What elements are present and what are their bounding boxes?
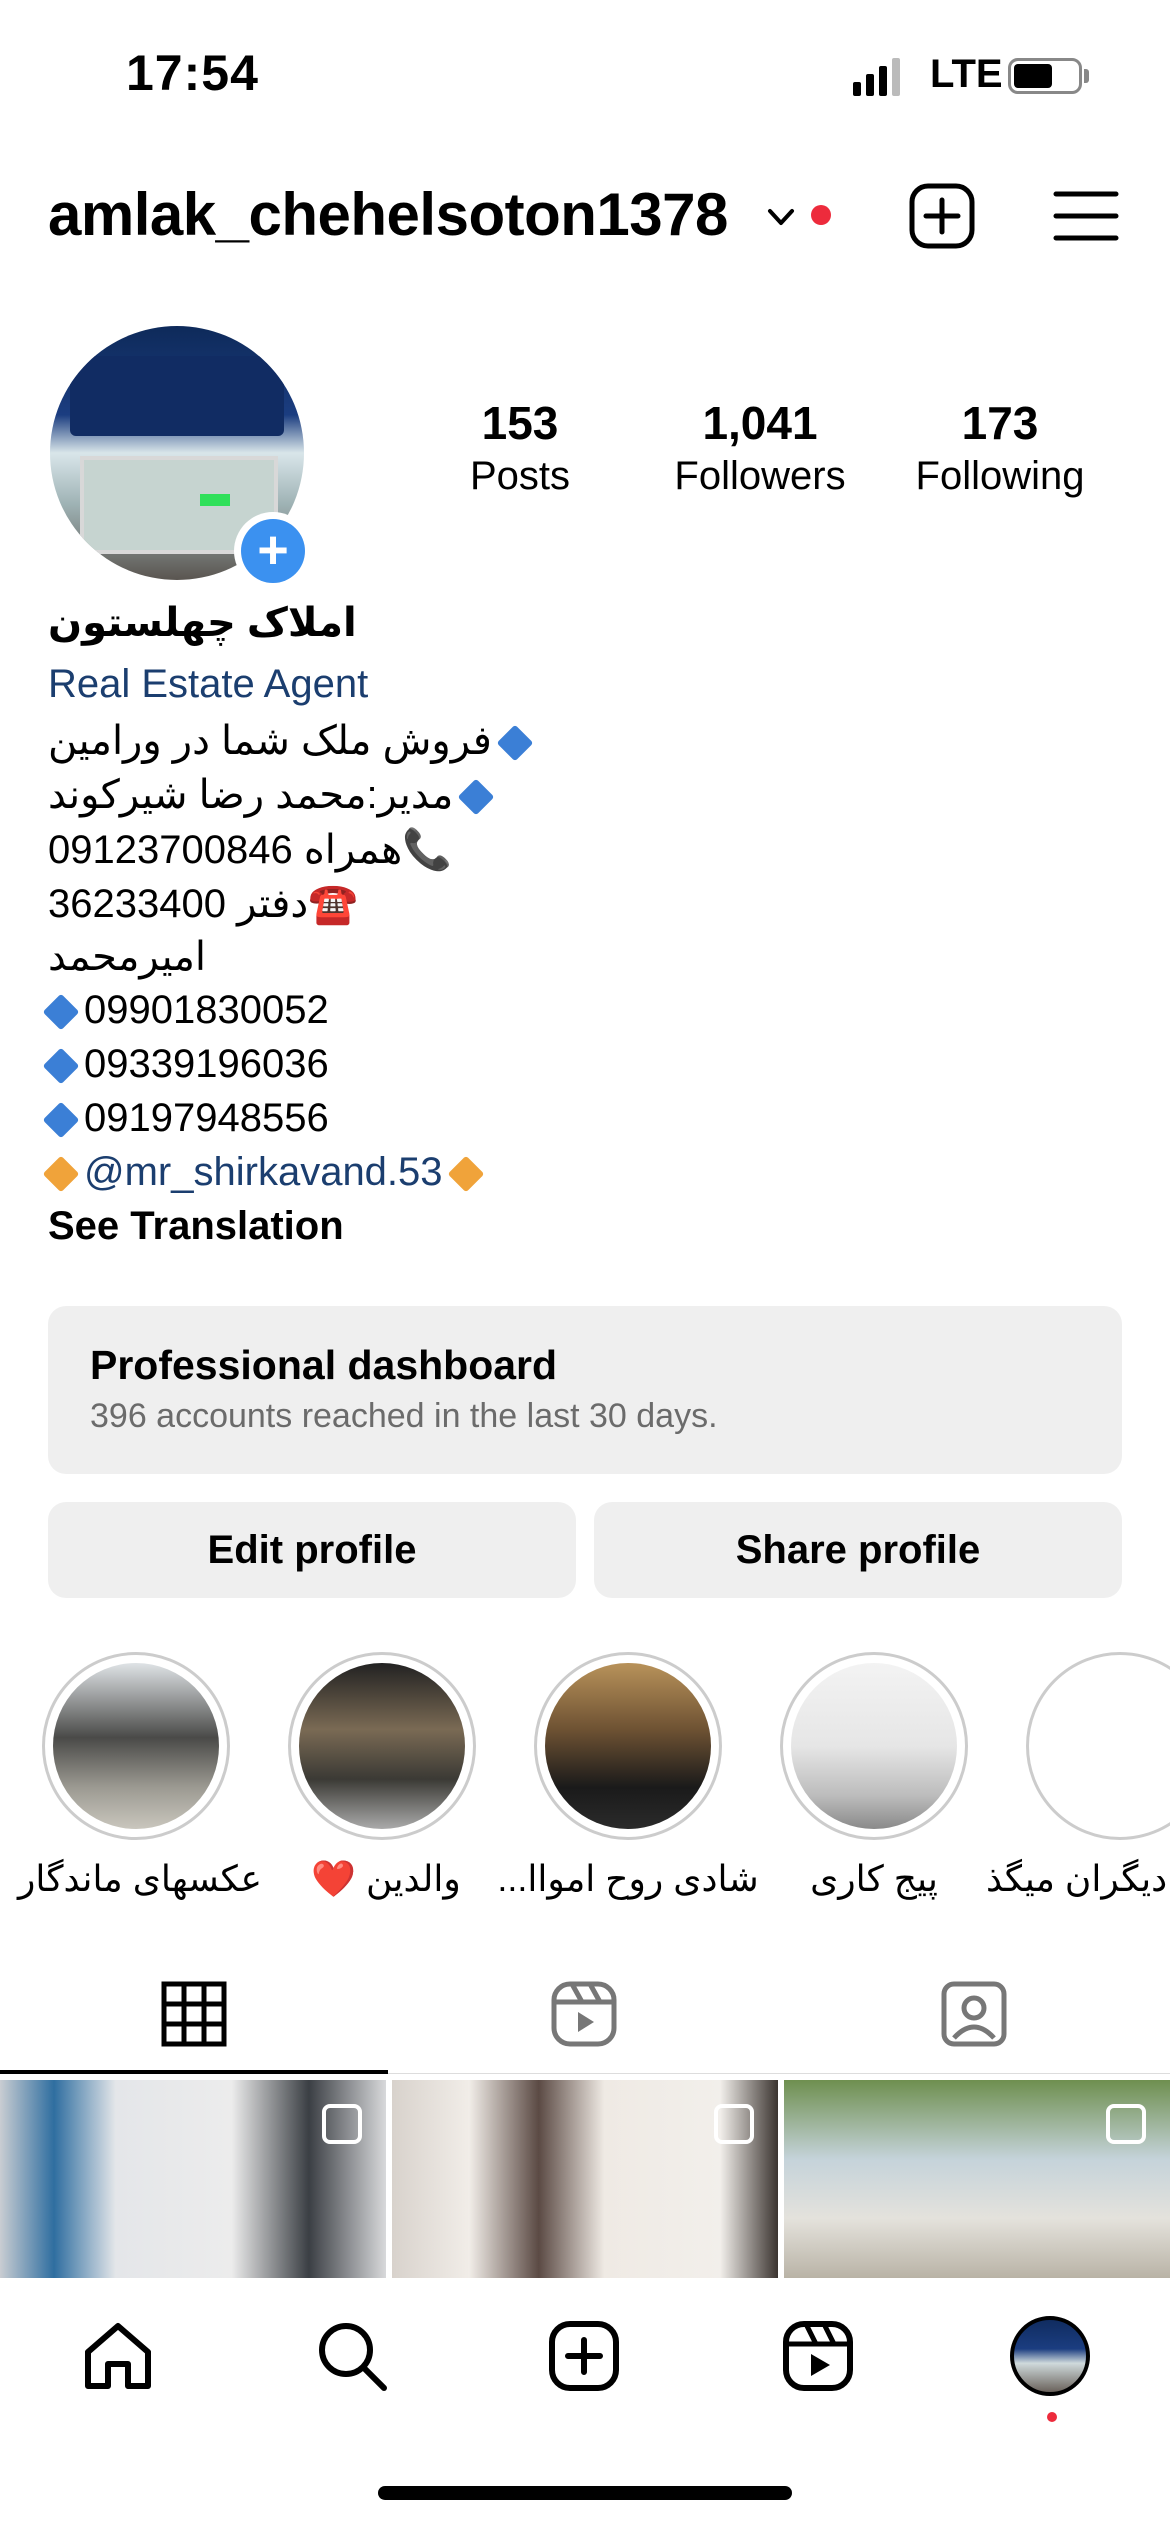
status-time: 17:54 — [126, 45, 259, 101]
highlight-item[interactable] — [534, 1652, 722, 1840]
highlight-image — [53, 1663, 219, 1829]
multiple-posts-icon — [714, 2104, 754, 2144]
post-thumbnail[interactable] — [392, 2080, 778, 2278]
reels-icon[interactable] — [780, 2318, 856, 2394]
share-profile-button[interactable]: Share profile — [594, 1502, 1122, 1598]
bio-mention-line: @mr_shirkavand.53 — [38, 1150, 489, 1195]
blue-diamond-icon — [457, 779, 495, 816]
create-icon[interactable] — [906, 180, 978, 252]
bio-line: 09339196036 — [38, 1042, 329, 1087]
dashboard-title: Professional dashboard — [90, 1342, 558, 1388]
highlight-item[interactable] — [288, 1652, 476, 1840]
create-icon[interactable] — [546, 2318, 622, 2394]
highlight-label: والدین ❤️ — [311, 1858, 461, 1899]
search-icon[interactable] — [314, 2318, 390, 2394]
stat-number: 153 — [481, 397, 559, 449]
stat-posts[interactable]: 153 Posts — [440, 396, 600, 499]
dashboard-subtitle: 396 accounts reached in the last 30 days… — [90, 1397, 718, 1435]
highlight-label: شادی روح امواا... — [497, 1858, 759, 1899]
notification-dot — [811, 205, 831, 225]
highlight-image — [299, 1663, 465, 1829]
mention-link[interactable]: @mr_shirkavand.53 — [84, 1150, 443, 1194]
stat-following[interactable]: 173 Following — [900, 396, 1100, 499]
chevron-down-icon[interactable] — [764, 200, 798, 234]
highlight-image — [545, 1663, 711, 1829]
professional-dashboard[interactable]: Professional dashboard 396 accounts reac… — [48, 1306, 1122, 1474]
bio-line: 09901830052 — [38, 988, 329, 1033]
bio-line: امیرمحمد — [48, 935, 207, 979]
blue-diamond-icon — [42, 1048, 80, 1085]
network-label: LTE — [930, 52, 1003, 96]
highlight-label: عکسهای ماندگار — [18, 1858, 262, 1899]
plus-icon: + — [241, 519, 305, 583]
blue-diamond-icon — [42, 994, 80, 1031]
highlight-item[interactable] — [1026, 1652, 1170, 1840]
stat-label: Posts — [469, 454, 571, 498]
stat-number: 1,041 — [702, 397, 818, 449]
bio-line: مدیر:محمد رضا شیرکوند — [48, 772, 499, 818]
home-indicator — [378, 2486, 792, 2500]
battery-cap — [1084, 69, 1089, 83]
stat-label: Following — [915, 454, 1085, 498]
reels-icon[interactable] — [550, 1980, 618, 2048]
highlight-item[interactable] — [780, 1652, 968, 1840]
multiple-posts-icon — [1106, 2104, 1146, 2144]
home-icon[interactable] — [80, 2318, 156, 2394]
bio-line: 36233400 دفتر☎️ — [48, 882, 358, 926]
multiple-posts-icon — [322, 2104, 362, 2144]
menu-icon[interactable] — [1050, 180, 1122, 252]
bio-line: 09197948556 — [38, 1096, 329, 1141]
battery-icon — [1008, 58, 1082, 94]
highlight-image — [791, 1663, 957, 1829]
profile-name: املاک چهلستون — [48, 601, 357, 645]
highlight-item[interactable] — [42, 1652, 230, 1840]
profile-tab-avatar[interactable] — [1010, 2316, 1090, 2396]
profile-category[interactable]: Real Estate Agent — [48, 662, 368, 707]
bio-line: 09123700846 همراه📞 — [48, 828, 452, 872]
stat-followers[interactable]: 1,041 Followers — [660, 396, 860, 499]
orange-diamond-icon — [42, 1156, 80, 1193]
post-thumbnail[interactable] — [784, 2080, 1170, 2278]
stat-label: Followers — [674, 454, 846, 498]
highlight-label: دیگران میگذ... — [986, 1858, 1170, 1899]
tagged-icon[interactable] — [940, 1980, 1008, 2048]
account-username[interactable]: amlak_chehelsoton1378 — [48, 180, 728, 249]
edit-profile-button[interactable]: Edit profile — [48, 1502, 576, 1598]
highlight-image — [1037, 1663, 1170, 1829]
bio-line: فروش ملک شما در ورامین — [48, 718, 538, 764]
orange-diamond-icon — [447, 1156, 484, 1193]
stat-number: 173 — [961, 397, 1039, 449]
grid-icon[interactable] — [160, 1980, 228, 2048]
see-translation-link[interactable]: See Translation — [48, 1204, 344, 1249]
post-thumbnail[interactable] — [0, 2080, 386, 2278]
blue-diamond-icon — [496, 725, 534, 762]
blue-diamond-icon — [42, 1102, 80, 1139]
add-story-button[interactable]: + — [234, 512, 312, 590]
signal-icon — [853, 58, 900, 96]
tab-active-indicator — [0, 2070, 388, 2074]
highlight-label: پیج کاری — [810, 1858, 938, 1899]
notification-dot — [1047, 2412, 1057, 2422]
